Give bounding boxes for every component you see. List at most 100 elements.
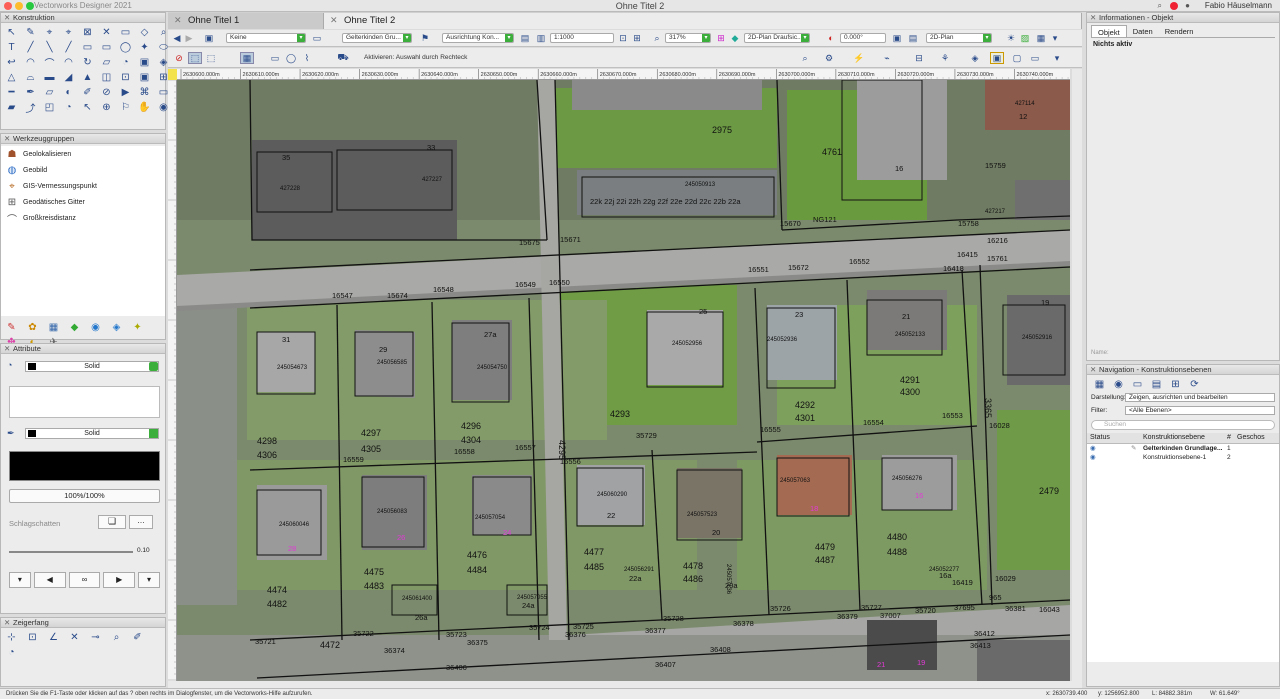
tool-option-icon[interactable]: ⊟ [912, 52, 926, 64]
drawing-tool-icon[interactable]: ◯ [117, 40, 134, 54]
drawing-tool-icon[interactable]: ◇ [136, 25, 153, 39]
drawing-tool-icon[interactable]: ⊡ [117, 70, 134, 84]
tool-option-icon[interactable]: ⌕ [798, 52, 812, 64]
close-icon[interactable]: ✕ [4, 618, 10, 628]
snap-distance-icon[interactable]: ⊸ [87, 630, 104, 644]
plan-rotation-icon[interactable]: ▣ [890, 32, 904, 44]
tool-option-icon[interactable]: ⌁ [880, 52, 894, 64]
tab-rendern[interactable]: Rendern [1159, 25, 1200, 37]
drawing-tool-icon[interactable]: △ [3, 70, 20, 84]
drawing-tool-icon[interactable]: ⊘ [98, 85, 115, 99]
stack-icon[interactable]: ▦ [1034, 32, 1048, 44]
drawing-tool-icon[interactable]: ◫ [98, 70, 115, 84]
sheets-icon[interactable]: ▤ [1148, 377, 1165, 391]
symbols-icon[interactable]: ⟳ [1186, 377, 1203, 391]
vertical-ruler[interactable] [168, 80, 177, 681]
drawing-tool-icon[interactable]: ✕ [98, 25, 115, 39]
tab-ohne-titel-2[interactable]: ✕ Ohne Titel 2 [324, 13, 1082, 29]
drawing-tool-icon[interactable]: ✦ [136, 40, 153, 54]
mode-rect-icon[interactable]: ▭ [268, 52, 282, 64]
fill-style-select[interactable]: Solid [25, 361, 159, 372]
close-icon[interactable]: ✕ [4, 134, 10, 144]
drawing-tool-icon[interactable]: ◔ [117, 55, 134, 69]
scale-field[interactable]: 1:1000 [550, 33, 614, 43]
drawing-tool-icon[interactable]: ◢ [60, 70, 77, 84]
refs-icon[interactable]: ⊞ [1167, 377, 1184, 391]
arrow-left-icon[interactable]: ◀ [33, 572, 66, 588]
layers-icon[interactable]: ▦ [1091, 377, 1108, 391]
end-marker-select[interactable]: ▾ [138, 572, 160, 588]
drawing-tool-icon[interactable]: ▶ [117, 85, 134, 99]
drawing-tool-icon[interactable]: ◐ [60, 85, 77, 99]
arrow-right-icon[interactable]: ▶ [103, 572, 136, 588]
tab-ohne-titel-1[interactable]: ✕ Ohne Titel 1 [168, 13, 324, 29]
drawing-tool-icon[interactable]: ↩ [3, 55, 20, 69]
snap-angle-icon[interactable]: ∠ [45, 630, 62, 644]
drawing-tool-icon[interactable]: ↖ [79, 100, 96, 114]
class-icon[interactable]: ▣ [202, 32, 216, 44]
tool-geobild[interactable]: ◍ Geobild [1, 162, 165, 178]
drawing-tool-icon[interactable]: ↖ [3, 25, 20, 39]
rotation-icon[interactable]: ◐ [824, 32, 838, 44]
layer-select[interactable]: Gelterkinden Gru... ▾ [342, 33, 412, 43]
zoom-select[interactable]: 317% ▾ [665, 33, 711, 43]
drawing-tool-icon[interactable]: ⊕ [98, 100, 115, 114]
zoom-fit-icon[interactable]: ⊡ [616, 32, 630, 44]
link-icon[interactable]: ∞ [68, 572, 101, 588]
tool-option-icon[interactable]: ▢ [1010, 52, 1024, 64]
tool-option-icon[interactable]: ⚘ [938, 52, 952, 64]
snap-intersection-icon[interactable]: ✕ [66, 630, 83, 644]
tab-daten[interactable]: Daten [1127, 25, 1159, 37]
shadow-toggle-button[interactable]: ❏ [98, 515, 126, 529]
notification-icon[interactable] [1170, 2, 1178, 10]
drawing-tool-icon[interactable]: ▭ [98, 40, 115, 54]
drawing-tool-icon[interactable]: ⤴ [22, 100, 39, 115]
drawing-tool-icon[interactable]: ⌖ [60, 25, 77, 39]
drawing-tool-icon[interactable]: ╲ [41, 40, 58, 54]
mode-poly-icon[interactable]: ⌇ [300, 52, 314, 64]
align-select[interactable]: Ausrichtung Kon... ▾ [442, 33, 514, 43]
plan-view-icon[interactable]: ▤ [906, 32, 920, 44]
drawing-tool-icon[interactable]: ◰ [41, 100, 58, 114]
view-grid-icon[interactable]: ⊞ [714, 32, 728, 44]
mode-lasso-icon[interactable]: ◯ [284, 52, 298, 64]
drawing-tool-icon[interactable]: ▬ [41, 70, 58, 84]
search-icon[interactable]: ⌕ [1158, 1, 1162, 11]
tool-set-icon[interactable]: ▦ [45, 320, 62, 334]
drawing-tool-icon[interactable]: ✎ [22, 25, 39, 39]
column-status[interactable]: Status [1090, 434, 1110, 441]
close-icon[interactable]: ✕ [1090, 13, 1096, 23]
line-weight-slider[interactable] [9, 551, 133, 553]
horizontal-ruler[interactable]: 2630600.000m 2630610.000m 2630620.000m 2630… [177, 69, 1070, 80]
forward-icon[interactable]: ▶ [182, 32, 196, 44]
drawing-tool-icon[interactable]: ✋ [136, 100, 153, 114]
user-name[interactable]: Fabio Häuselmann [1205, 1, 1272, 10]
tool-geolokalisieren[interactable]: ☗ Geolokalisieren [1, 146, 165, 162]
drawing-tool-icon[interactable]: ⌒ [41, 55, 58, 70]
tool-set-icon[interactable]: ◈ [108, 320, 125, 334]
filter-select[interactable]: <Alle Ebenen> [1125, 406, 1275, 415]
drawing-canvas[interactable]: 35 33 427228 427227 2975 4761 15759 16 427114 12 2… [177, 80, 1070, 681]
drawing-tool-icon[interactable]: ◔ [60, 100, 77, 114]
visibility-icon[interactable]: ◉ [1090, 444, 1096, 452]
snap-grid-icon[interactable]: ⊹ [3, 630, 20, 644]
mode-multi-icon[interactable]: ▦ [240, 52, 254, 64]
close-icon[interactable]: ✕ [4, 344, 10, 354]
tool-set-icon[interactable]: ◆ [66, 320, 83, 334]
rotation-field[interactable]: 0.000° [840, 33, 886, 43]
mode-transform-icon[interactable]: ⬚ [204, 52, 218, 64]
drawing-tool-icon[interactable]: ⊠ [79, 25, 96, 39]
drawing-tool-icon[interactable]: ✐ [79, 85, 96, 99]
globe-icon[interactable]: ◉ [87, 320, 104, 334]
close-icon[interactable]: ✕ [174, 13, 182, 28]
mode-select-icon[interactable]: ⬚ [188, 52, 202, 64]
drawing-tool-icon[interactable]: ✒ [22, 85, 39, 99]
drawing-tool-icon[interactable]: ▱ [98, 55, 115, 69]
zoom-icon[interactable]: ⌕ [650, 32, 664, 44]
tool-option-icon[interactable]: ▣ [990, 52, 1004, 64]
layer-row[interactable]: ◉ Konstruktionsebene-1 2 [1087, 453, 1279, 462]
ruler-origin[interactable] [168, 69, 177, 80]
align-icon[interactable]: ⚑ [418, 32, 432, 44]
wand-icon[interactable]: ⚡ [852, 52, 866, 64]
saved-views-icon[interactable]: ▾ [1048, 32, 1062, 44]
